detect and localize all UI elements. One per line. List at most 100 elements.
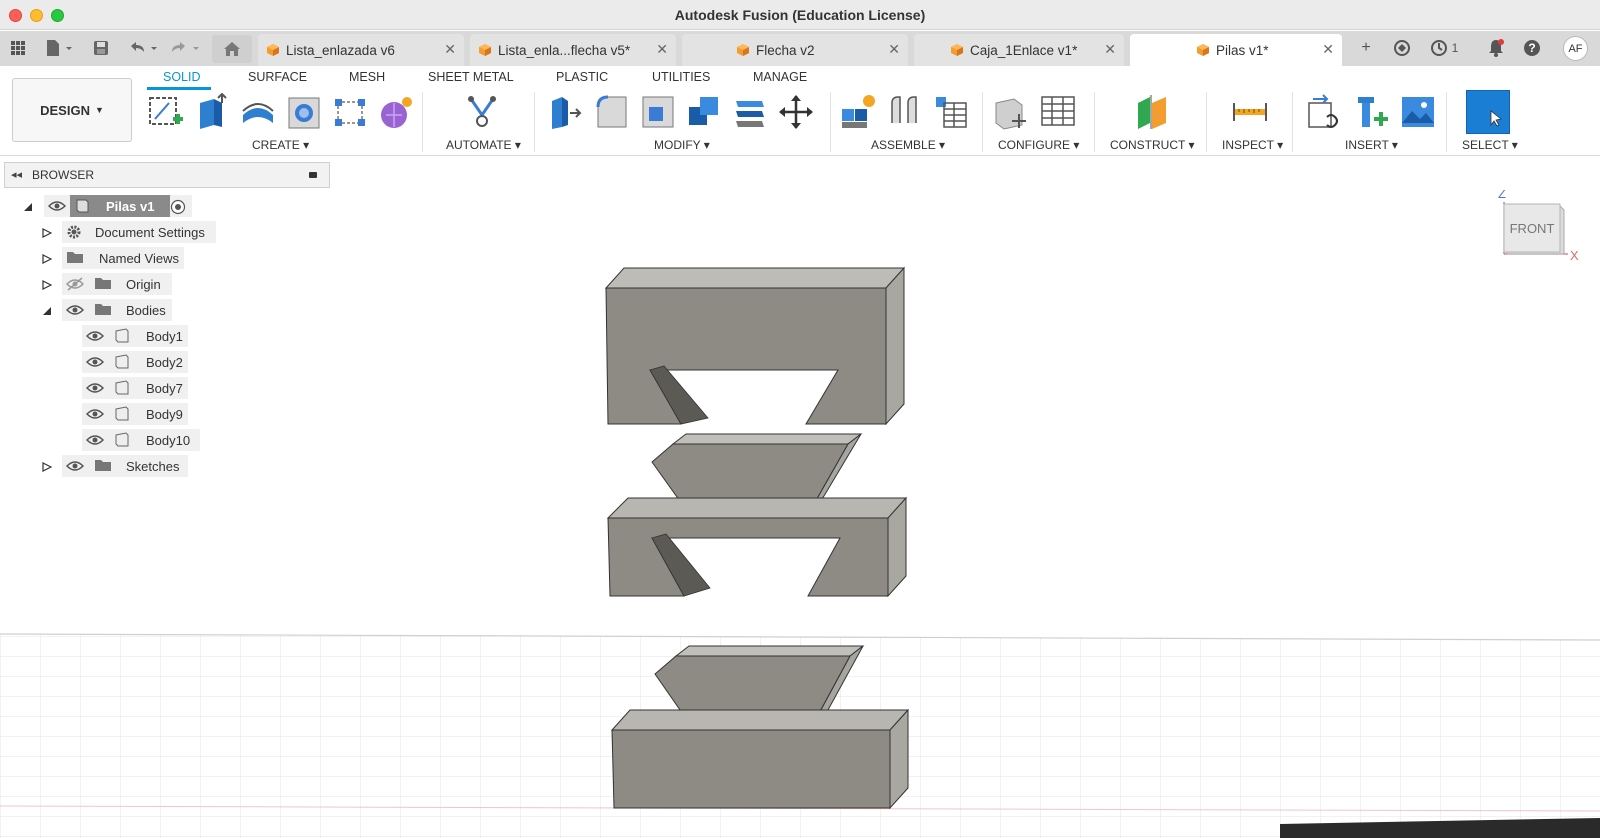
viewport-canvas[interactable] [0, 156, 1600, 838]
design-cube-icon [951, 44, 963, 56]
tab-plastic[interactable]: PLASTIC [556, 70, 608, 84]
automate-icon[interactable] [462, 92, 502, 132]
bill-of-materials-icon[interactable] [930, 92, 970, 132]
visibility-eye-icon[interactable] [48, 199, 66, 213]
group-select[interactable]: SELECT ▾ [1462, 138, 1518, 152]
shell-icon[interactable] [638, 92, 678, 132]
offset-face-icon[interactable] [730, 92, 770, 132]
close-tab-icon[interactable]: ✕ [656, 41, 668, 58]
group-create[interactable]: CREATE ▾ [252, 138, 309, 152]
tree-item-document-settings[interactable]: Document Settings [95, 221, 205, 243]
close-tab-icon[interactable]: ✕ [888, 41, 900, 58]
tab-caja-1enlace[interactable]: Caja_1Enlace v1* ✕ [914, 34, 1124, 66]
active-tab-indicator [147, 87, 211, 90]
new-tab-icon[interactable]: + [1354, 37, 1378, 59]
minimize-panel-icon[interactable] [309, 172, 317, 178]
group-modify[interactable]: MODIFY ▾ [654, 138, 710, 152]
body-c-frame-bottom[interactable] [606, 496, 908, 598]
visibility-eye-icon[interactable] [66, 459, 84, 473]
workspace-switcher[interactable]: DESIGN ▼ [12, 78, 132, 142]
visibility-eye-icon[interactable] [86, 329, 104, 343]
configure-table-icon[interactable] [990, 92, 1030, 132]
extrude-icon[interactable] [192, 92, 232, 132]
group-assemble[interactable]: ASSEMBLE ▾ [871, 138, 945, 152]
help-icon[interactable]: ? [1520, 37, 1544, 59]
tab-surface[interactable]: SURFACE [248, 70, 307, 84]
insert-mcmaster-icon[interactable] [1352, 92, 1392, 132]
revolve-icon[interactable] [238, 92, 278, 132]
tab-lista-enla-flecha[interactable]: Lista_enla...flecha v5* ✕ [470, 34, 676, 66]
tab-pilas[interactable]: Pilas v1* ✕ [1130, 34, 1342, 67]
tree-item-body[interactable]: Body9 [146, 403, 183, 425]
tab-solid[interactable]: SOLID [163, 70, 201, 84]
press-pull-icon[interactable] [546, 92, 586, 132]
visibility-eye-icon[interactable] [86, 433, 104, 447]
expand-triangle-icon[interactable] [42, 228, 52, 238]
ribbon-separator [1292, 92, 1293, 152]
tree-item-origin[interactable]: Origin [126, 273, 161, 295]
tree-root-component[interactable]: Pilas v1 [70, 195, 170, 217]
close-tab-icon[interactable]: ✕ [1322, 41, 1334, 58]
group-automate[interactable]: AUTOMATE ▾ [446, 138, 521, 152]
group-construct[interactable]: CONSTRUCT ▾ [1110, 138, 1194, 152]
new-component-icon[interactable] [838, 92, 878, 132]
combine-icon[interactable] [684, 92, 724, 132]
hidden-eye-icon[interactable] [66, 277, 84, 291]
visibility-eye-icon[interactable] [86, 355, 104, 369]
joint-icon[interactable] [884, 92, 924, 132]
tree-item-body[interactable]: Body7 [146, 377, 183, 399]
undo-icon[interactable] [126, 37, 160, 59]
viewcube[interactable]: Z X FRONT [1480, 186, 1580, 295]
activate-component-icon[interactable] [170, 199, 186, 215]
expand-triangle-icon[interactable] [42, 254, 52, 264]
close-tab-icon[interactable]: ✕ [1104, 41, 1116, 58]
tab-lista-enlazada[interactable]: Lista_enlazada v6 ✕ [258, 34, 464, 66]
create-form-icon[interactable] [376, 92, 416, 132]
save-icon[interactable] [90, 37, 112, 59]
app-grid-icon[interactable] [8, 37, 28, 59]
file-menu-icon[interactable] [42, 37, 76, 59]
expand-triangle-icon[interactable] [42, 280, 52, 290]
hole-icon[interactable] [284, 92, 324, 132]
select-tool-icon[interactable] [1466, 90, 1510, 134]
folder-icon [67, 252, 83, 263]
collapse-browser-icon[interactable]: ◂◂ [11, 168, 22, 181]
visibility-eye-icon[interactable] [86, 407, 104, 421]
collapse-triangle-icon[interactable] [23, 202, 33, 212]
tab-mesh[interactable]: MESH [349, 70, 385, 84]
configure-grid-icon[interactable] [1038, 92, 1078, 132]
construct-plane-icon[interactable] [1132, 92, 1172, 132]
tree-item-sketches[interactable]: Sketches [126, 455, 179, 477]
visibility-eye-icon[interactable] [86, 381, 104, 395]
create-sketch-icon[interactable] [146, 92, 186, 132]
tree-item-named-views[interactable]: Named Views [99, 247, 179, 269]
pattern-icon[interactable] [330, 92, 370, 132]
move-copy-icon[interactable] [776, 92, 816, 132]
fillet-icon[interactable] [592, 92, 632, 132]
group-configure[interactable]: CONFIGURE ▾ [998, 138, 1079, 152]
tab-sheet-metal[interactable]: SHEET METAL [428, 70, 514, 84]
close-tab-icon[interactable]: ✕ [444, 41, 456, 58]
user-avatar[interactable]: AF [1563, 36, 1588, 61]
tab-utilities[interactable]: UTILITIES [652, 70, 710, 84]
tree-item-body[interactable]: Body1 [146, 325, 183, 347]
notifications-icon[interactable] [1484, 37, 1508, 59]
measure-icon[interactable] [1230, 92, 1270, 132]
body-c-frame-top[interactable] [604, 266, 906, 426]
extensions-icon[interactable] [1390, 37, 1414, 59]
insert-derive-icon[interactable] [1304, 92, 1344, 132]
tab-flecha[interactable]: Flecha v2 ✕ [682, 34, 908, 66]
collapse-triangle-icon[interactable] [42, 306, 52, 316]
insert-canvas-icon[interactable] [1398, 92, 1438, 132]
tab-manage[interactable]: MANAGE [753, 70, 807, 84]
tree-item-bodies[interactable]: Bodies [126, 299, 166, 321]
tree-item-body[interactable]: Body10 [146, 429, 190, 451]
expand-triangle-icon[interactable] [42, 462, 52, 472]
redo-icon[interactable] [168, 37, 202, 59]
visibility-eye-icon[interactable] [66, 303, 84, 317]
group-insert[interactable]: INSERT ▾ [1345, 138, 1398, 152]
home-icon[interactable] [212, 35, 252, 63]
tree-item-body[interactable]: Body2 [146, 351, 183, 373]
group-inspect[interactable]: INSPECT ▾ [1222, 138, 1283, 152]
job-status-icon[interactable]: 1 [1424, 37, 1464, 59]
